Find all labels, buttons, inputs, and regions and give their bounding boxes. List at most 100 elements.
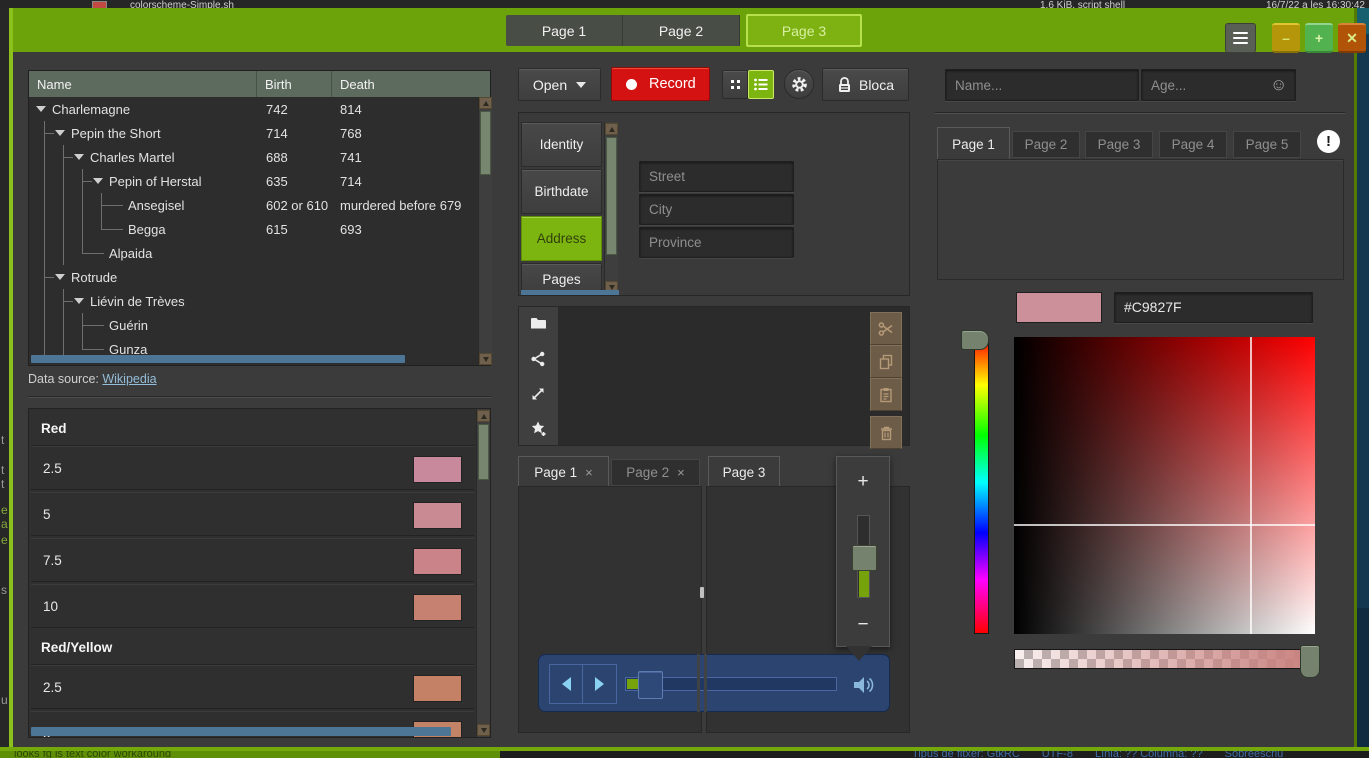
warning-icon[interactable]: ! [1317,130,1340,153]
grid-view-toggle[interactable] [722,70,748,99]
minimize-button[interactable]: – [1272,23,1300,53]
paste-button[interactable] [870,378,902,411]
expander-icon[interactable] [55,274,65,280]
expander-icon[interactable] [55,130,65,136]
delete-button[interactable] [870,416,902,449]
expander-icon[interactable] [93,178,103,184]
volume-up-button[interactable]: + [837,471,889,493]
maximize-button[interactable]: + [1305,23,1333,53]
share-icon[interactable] [530,351,546,367]
sidebar-item-address[interactable]: Address [521,216,602,261]
scale-row[interactable]: 2.5 [31,446,474,490]
next-button[interactable] [582,664,617,704]
column-death[interactable]: Death [332,71,476,97]
open-button[interactable]: Open [518,68,601,101]
tree-row[interactable]: Begga615693 [29,217,476,241]
tree-row[interactable]: Pepin of Herstal635714 [29,169,476,193]
expander-icon[interactable] [36,106,46,112]
settings-button[interactable] [784,69,814,99]
sidebar-item-pages[interactable]: Pages [521,263,602,293]
inspector-tab-page-2[interactable]: Page 2 [1012,131,1080,158]
alpha-slider-handle[interactable] [1300,645,1320,678]
hue-slider[interactable] [974,337,989,634]
scale-row[interactable]: 7.5 [31,538,474,582]
volume-down-button[interactable]: − [837,614,889,636]
tree-cell-name: Alpaida [109,246,152,261]
scroll-down-icon[interactable] [477,724,490,736]
lock-button[interactable]: Bloca [822,68,909,101]
expand-icon[interactable] [530,386,546,402]
scale-row[interactable]: 5 [31,492,474,536]
list-hscrollbar[interactable] [31,727,451,736]
scroll-up-icon[interactable] [479,97,492,109]
tree-row[interactable]: Rotrude [29,265,476,289]
list-view-toggle[interactable] [748,70,774,99]
tree-row[interactable]: Pepin the Short714768 [29,121,476,145]
hue-slider-handle[interactable] [961,330,989,350]
close-button[interactable]: ✕ [1338,23,1366,53]
close-icon[interactable]: × [585,465,593,480]
saturation-value-area[interactable] [1014,337,1315,634]
form-vscrollbar[interactable] [604,122,618,294]
tree-row[interactable]: Ansegisel602 or 610murdered before 679 [29,193,476,217]
family-treeview[interactable]: Name Birth Death Charlemagne742814Pepin … [28,70,491,366]
inspector-tab-page-4[interactable]: Page 4 [1159,131,1227,158]
pane-resize-handle[interactable] [700,587,704,598]
smiley-icon[interactable]: ☺ [1270,75,1287,95]
titlebar-tab-page-2[interactable]: Page 2 [623,15,740,46]
current-color-swatch[interactable] [1016,292,1102,323]
scrollbar-thumb[interactable] [480,111,491,175]
scale-listbox[interactable]: Red2.557.510Red/Yellow2.55 [28,408,491,738]
titlebar-tab-page-1[interactable]: Page 1 [506,15,623,46]
scale-row[interactable]: 10 [31,584,474,628]
scroll-up-icon[interactable] [477,410,490,422]
titlebar-tab-page-3[interactable]: Page 3 [746,14,862,47]
scrollbar-thumb[interactable] [478,424,489,480]
tree-row[interactable]: Alpaida [29,241,476,265]
tab-page-1[interactable]: Page 1× [518,456,609,487]
inspector-tab-page-1[interactable]: Page 1 [937,127,1010,160]
volume-icon[interactable] [851,673,877,697]
hex-color-input[interactable]: #C9827F [1114,292,1313,323]
tree-vscrollbar[interactable] [478,97,492,365]
city-field[interactable] [639,194,794,225]
sidebar-item-birthdate[interactable]: Birthdate [521,169,602,214]
record-button[interactable]: Record [611,67,710,101]
wikipedia-link[interactable]: Wikipedia [102,372,156,386]
tree-row[interactable]: Charlemagne742814 [29,97,476,121]
tree-row[interactable]: Guérin [29,313,476,337]
column-birth[interactable]: Birth [257,71,332,97]
cut-button[interactable] [870,312,902,345]
volume-slider-handle[interactable] [852,545,877,571]
seek-slider-handle[interactable] [638,671,663,699]
province-field[interactable] [639,227,794,258]
expander-icon[interactable] [74,154,84,160]
titlebar[interactable]: Page 1Page 2Page 3 – + ✕ [13,8,1354,52]
tab-page-2[interactable]: Page 2× [611,459,700,486]
star-plus-icon[interactable] [530,420,548,438]
scroll-up-icon[interactable] [605,123,618,135]
expander-icon[interactable] [74,298,84,304]
tab-page-3[interactable]: Page 3 [708,456,780,487]
alpha-slider[interactable] [1014,649,1312,669]
name-input[interactable] [945,69,1139,101]
folder-icon[interactable] [530,316,547,330]
close-icon[interactable]: × [677,465,685,480]
sidebar-item-identity[interactable]: Identity [521,122,602,167]
column-name[interactable]: Name [29,71,257,97]
scroll-down-icon[interactable] [479,353,492,365]
tree-row[interactable]: Liévin de Trèves [29,289,476,313]
inspector-tab-page-5[interactable]: Page 5 [1233,131,1301,158]
tree-guide [54,313,73,337]
copy-button[interactable] [870,345,902,378]
street-field[interactable] [639,161,794,192]
scrollbar-thumb[interactable] [606,137,617,255]
menu-button[interactable] [1225,23,1256,53]
tree-row[interactable]: Charles Martel688741 [29,145,476,169]
list-vscrollbar[interactable] [476,409,490,737]
tree-header[interactable]: Name Birth Death [29,71,490,97]
inspector-tab-page-3[interactable]: Page 3 [1085,131,1153,158]
scale-row[interactable]: 2.5 [31,665,474,709]
tree-hscrollbar[interactable] [31,355,405,363]
previous-button[interactable] [549,664,584,704]
